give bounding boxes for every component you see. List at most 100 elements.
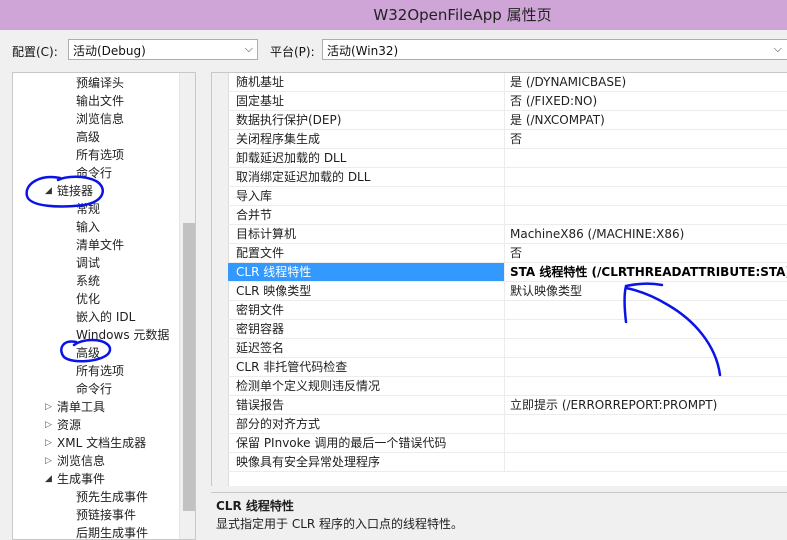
- property-row[interactable]: 取消绑定延迟加载的 DLL: [228, 168, 787, 187]
- window-title: W32OpenFileApp 属性页: [373, 6, 552, 24]
- tree-item[interactable]: 嵌入的 IDL: [76, 308, 135, 326]
- property-name: 映像具有安全异常处理程序: [236, 455, 381, 469]
- collapse-triangle-icon[interactable]: ◢: [45, 182, 52, 200]
- config-value: 活动(Debug): [73, 44, 146, 58]
- tree-item[interactable]: 预链接事件: [76, 506, 136, 524]
- config-label: 配置(C):: [12, 45, 58, 59]
- tree-item[interactable]: Windows 元数据: [76, 326, 169, 344]
- tree-item[interactable]: 清单文件: [76, 236, 124, 254]
- expand-triangle-icon[interactable]: ▷: [45, 398, 52, 416]
- tree-item[interactable]: 调试: [76, 254, 100, 272]
- tree-item-label: 链接器: [57, 184, 94, 198]
- property-name: CLR 非托管代码检查: [236, 360, 348, 374]
- property-name: 保留 PInvoke 调用的最后一个错误代码: [236, 436, 447, 450]
- property-name: CLR 映像类型: [236, 284, 312, 298]
- property-row[interactable]: 检测单个定义规则违反情况: [228, 377, 787, 396]
- tree-item[interactable]: 输出文件: [76, 92, 124, 110]
- property-value[interactable]: 是 (/NXCOMPAT): [510, 111, 605, 129]
- property-row[interactable]: 数据执行保护(DEP) 是 (/NXCOMPAT): [228, 111, 787, 130]
- grid-gutter: [212, 73, 229, 486]
- property-row[interactable]: 延迟签名: [228, 339, 787, 358]
- property-row[interactable]: 部分的对齐方式: [228, 415, 787, 434]
- property-name: 部分的对齐方式: [236, 417, 321, 431]
- tree-scrollbar[interactable]: [179, 73, 195, 539]
- property-row[interactable]: 映像具有安全异常处理程序: [228, 453, 787, 472]
- property-name: 密钥文件: [236, 303, 285, 317]
- tree-item-label: 浏览信息: [57, 454, 106, 468]
- tree-item[interactable]: 浏览信息: [76, 110, 124, 128]
- expand-triangle-icon[interactable]: ▷: [45, 416, 52, 434]
- property-row-selected[interactable]: CLR 线程特性 STA 线程特性 (/CLRTHREADATTRIBUTE:ST…: [228, 263, 787, 282]
- property-name: 导入库: [236, 189, 273, 203]
- tree-node[interactable]: ◢ 生成事件: [45, 470, 106, 488]
- property-name: 固定基址: [236, 94, 285, 108]
- property-name: 密钥容器: [236, 322, 285, 336]
- tree-item[interactable]: 预编译头: [76, 74, 124, 92]
- property-value[interactable]: 默认映像类型: [510, 282, 582, 300]
- title-bar: W32OpenFileApp 属性页: [0, 0, 787, 30]
- property-row[interactable]: CLR 映像类型 默认映像类型: [228, 282, 787, 301]
- tree-item[interactable]: 命令行: [76, 164, 112, 182]
- property-value[interactable]: 否: [510, 130, 522, 148]
- scrollbar-thumb[interactable]: [183, 223, 195, 511]
- property-name: 目标计算机: [236, 227, 297, 241]
- property-row[interactable]: 合并节: [228, 206, 787, 225]
- tree-node[interactable]: ▷ XML 文档生成器: [45, 434, 147, 452]
- tree-item[interactable]: 高级: [76, 128, 100, 146]
- expand-triangle-icon[interactable]: ▷: [45, 452, 52, 470]
- property-value[interactable]: 否 (/FIXED:NO): [510, 92, 597, 110]
- property-name: 随机基址: [236, 75, 285, 89]
- tree-item-label: 生成事件: [57, 472, 106, 486]
- tree-item[interactable]: 预先生成事件: [76, 488, 148, 506]
- expand-triangle-icon[interactable]: ▷: [45, 434, 52, 452]
- tree-item[interactable]: 命令行: [76, 380, 112, 398]
- property-name: 关闭程序集生成: [236, 132, 321, 146]
- config-dropdown[interactable]: 活动(Debug) ⌵: [68, 39, 258, 60]
- property-name: 取消绑定延迟加载的 DLL: [236, 170, 371, 184]
- property-row[interactable]: 随机基址 是 (/DYNAMICBASE): [228, 73, 787, 92]
- property-row[interactable]: 卸载延迟加载的 DLL: [228, 149, 787, 168]
- property-row[interactable]: 关闭程序集生成 否: [228, 130, 787, 149]
- property-name: 数据执行保护(DEP): [236, 113, 342, 127]
- chevron-down-icon: ⌵: [244, 42, 253, 55]
- tree-node[interactable]: ▷ 清单工具: [45, 398, 105, 416]
- description-text: 显式指定用于 CLR 程序的入口点的线程特性。: [216, 517, 464, 531]
- tree-item[interactable]: 优化: [76, 290, 100, 308]
- property-name: CLR 线程特性: [236, 265, 312, 279]
- property-value[interactable]: 否: [510, 244, 522, 262]
- configuration-bar: 配置(C): 活动(Debug) ⌵ 平台(P): 活动(Win32) ⌵: [0, 30, 787, 70]
- property-name: 延迟签名: [236, 341, 285, 355]
- property-row[interactable]: 错误报告 立即提示 (/ERRORREPORT:PROMPT): [228, 396, 787, 415]
- property-row[interactable]: 导入库: [228, 187, 787, 206]
- property-name: 配置文件: [236, 246, 285, 260]
- property-row[interactable]: 配置文件 否: [228, 244, 787, 263]
- tree-item[interactable]: 后期生成事件: [76, 524, 148, 539]
- tree-item-advanced[interactable]: 高级: [76, 344, 100, 362]
- property-value[interactable]: MachineX86 (/MACHINE:X86): [510, 225, 684, 243]
- property-row[interactable]: 密钥容器: [228, 320, 787, 339]
- property-grid[interactable]: 随机基址 是 (/DYNAMICBASE) 固定基址 否 (/FIXED:NO) 数…: [211, 72, 787, 486]
- property-value[interactable]: 立即提示 (/ERRORREPORT:PROMPT): [510, 396, 717, 414]
- property-row[interactable]: CLR 非托管代码检查: [228, 358, 787, 377]
- tree-item[interactable]: 系统: [76, 272, 100, 290]
- platform-dropdown[interactable]: 活动(Win32) ⌵: [322, 39, 787, 60]
- property-row[interactable]: 目标计算机 MachineX86 (/MACHINE:X86): [228, 225, 787, 244]
- property-value[interactable]: 是 (/DYNAMICBASE): [510, 73, 626, 91]
- tree-item[interactable]: 所有选项: [76, 362, 124, 380]
- property-tree[interactable]: 预编译头 输出文件 浏览信息 高级 所有选项 命令行 ◢ 链接器 常规 输入 清…: [12, 72, 196, 540]
- tree-item[interactable]: 常规: [76, 200, 100, 218]
- tree-node[interactable]: ▷ 浏览信息: [45, 452, 106, 470]
- property-name: 卸载延迟加载的 DLL: [236, 151, 347, 165]
- property-row[interactable]: 保留 PInvoke 调用的最后一个错误代码: [228, 434, 787, 453]
- tree-item-label: XML 文档生成器: [57, 436, 147, 450]
- tree-node-linker[interactable]: ◢ 链接器: [45, 182, 94, 200]
- description-panel: CLR 线程特性 显式指定用于 CLR 程序的入口点的线程特性。: [211, 492, 787, 540]
- property-row[interactable]: 固定基址 否 (/FIXED:NO): [228, 92, 787, 111]
- property-value[interactable]: STA 线程特性 (/CLRTHREADATTRIBUTE:STA): [510, 263, 787, 281]
- chevron-down-icon: ⌵: [773, 42, 782, 55]
- property-row[interactable]: 密钥文件: [228, 301, 787, 320]
- collapse-triangle-icon[interactable]: ◢: [45, 470, 52, 488]
- tree-item[interactable]: 输入: [76, 218, 100, 236]
- tree-node[interactable]: ▷ 资源: [45, 416, 81, 434]
- tree-item[interactable]: 所有选项: [76, 146, 124, 164]
